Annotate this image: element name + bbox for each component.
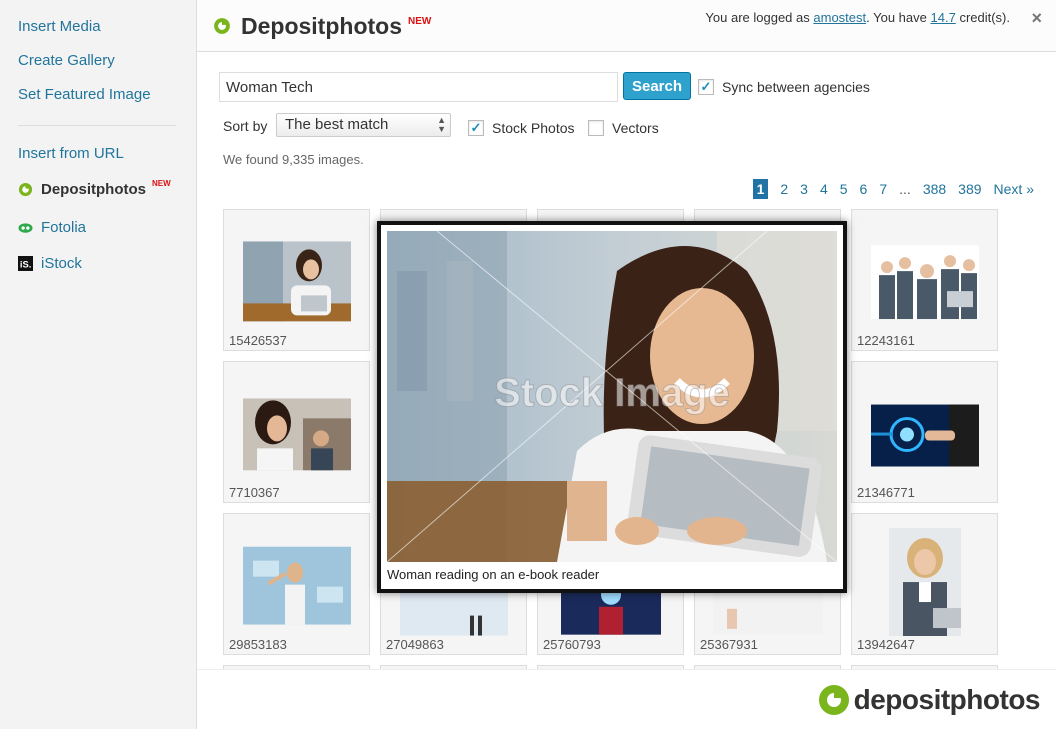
sidebar-item-set-featured-image[interactable]: Set Featured Image [18,86,151,103]
close-icon[interactable]: × [1031,8,1042,29]
image-id: 25760793 [543,637,601,652]
istock-icon: iS. [18,256,33,271]
watermark-text: Stock Image [494,371,730,415]
thumbnail-image [888,528,961,637]
checkmark-icon: ✓ [698,79,714,95]
thumbnail-image [242,398,351,471]
thumbnail-image [870,404,979,467]
page-current: 1 [752,179,769,199]
checkbox-label: Sync between agencies [722,79,870,95]
footer: depositphotos [197,669,1056,729]
image-tile[interactable]: 13942647 [851,513,998,655]
sidebar-item-insert-from-url[interactable]: Insert from URL [18,145,124,162]
page-link[interactable]: 389 [958,181,981,197]
image-tile[interactable]: 7710367 [223,361,370,503]
logo-text: depositphotos [853,684,1041,715]
stock-photos-checkbox[interactable]: ✓ Stock Photos [468,120,575,136]
thumbnail-image [242,546,351,625]
vectors-checkbox[interactable]: Vectors [588,120,659,136]
image-id: 29853183 [229,637,287,652]
sidebar-divider [18,125,176,126]
checkmark-icon: ✓ [468,120,484,136]
image-id: 13942647 [857,637,915,652]
image-id: 15426537 [229,333,287,348]
image-id: 25367931 [700,637,758,652]
sidebar-item-label: iStock [41,255,82,272]
login-mid: . You have [866,10,927,25]
next-page-link[interactable]: Next » [994,181,1034,197]
checkbox-label: Stock Photos [492,120,575,136]
preview-image: Stock Image [387,231,837,562]
preview-caption: Woman reading on an e-book reader [387,567,600,582]
image-id: 21346771 [857,485,915,500]
login-prefix: You are logged as [705,10,810,25]
thumbnail-image [242,241,351,322]
fotolia-icon [18,220,33,235]
image-tile[interactable]: 29853183 [223,513,370,655]
image-tile[interactable]: 12243161 [851,209,998,351]
page-title: Depositphotos NEW [213,12,431,40]
new-badge: NEW [408,16,432,27]
sort-select[interactable]: The best match ▲ ▼ [276,113,451,137]
results-count: We found 9,335 images. [223,152,364,167]
new-badge: NEW [152,179,171,188]
search-button[interactable]: Search [623,72,691,100]
username-link[interactable]: amostest [813,10,866,25]
svg-text:iS.: iS. [20,259,31,269]
sidebar-item-label: Depositphotos [41,181,146,198]
empty-checkbox-icon [588,120,604,136]
page-link[interactable]: 388 [923,181,946,197]
page-link[interactable]: 3 [800,181,808,197]
sidebar-item-insert-media[interactable]: Insert Media [18,18,101,35]
image-id: 7710367 [229,485,280,500]
page-link[interactable]: 7 [879,181,887,197]
title-text: Depositphotos [241,13,402,39]
page-link[interactable]: 4 [820,181,828,197]
depositphotos-logo: depositphotos [818,684,1041,716]
image-tile[interactable]: 21346771 [851,361,998,503]
login-suffix: credit(s). [959,10,1010,25]
page-link[interactable]: 6 [860,181,868,197]
credits-link[interactable]: 14.7 [931,10,956,25]
page-link[interactable]: 2 [780,181,788,197]
select-arrows-icon: ▲ ▼ [437,115,446,134]
sidebar-item-depositphotos[interactable]: Depositphotos NEW [18,179,171,198]
image-preview-popup: Stock Image Woman reading on an e-book r… [377,221,847,593]
thumbnail-image [870,245,979,320]
pagination: 1 2 3 4 5 6 7 ... 388 389 Next » [752,179,1034,199]
login-status: You are logged as amostest. You have 14.… [705,10,1010,25]
depositphotos-logo-icon [818,685,849,715]
sidebar-item-label: Insert Media [18,18,101,35]
sidebar-item-create-gallery[interactable]: Create Gallery [18,52,115,69]
sidebar-item-label: Fotolia [41,219,87,236]
sidebar-item-label: Set Featured Image [18,86,151,103]
sort-selected-value: The best match [285,116,389,133]
depositphotos-logo-icon [213,17,231,38]
sort-label: Sort by [223,118,268,134]
sidebar-item-label: Create Gallery [18,52,115,69]
search-input[interactable] [219,72,618,102]
modal-header: Depositphotos NEW You are logged as amos… [197,0,1056,52]
image-id: 27049863 [386,637,444,652]
page-ellipsis: ... [899,181,911,197]
checkbox-label: Vectors [612,120,659,136]
image-id: 12243161 [857,333,915,348]
sidebar-item-fotolia[interactable]: Fotolia [18,219,86,236]
media-sidebar: Insert Media Create Gallery Set Featured… [0,0,197,729]
depositphotos-icon [18,182,33,197]
sync-agencies-checkbox[interactable]: ✓ Sync between agencies [698,79,870,95]
image-tile[interactable]: 15426537 [223,209,370,351]
sidebar-item-label: Insert from URL [18,145,124,162]
page-link[interactable]: 5 [840,181,848,197]
sidebar-item-istock[interactable]: iS. iStock [18,255,82,272]
